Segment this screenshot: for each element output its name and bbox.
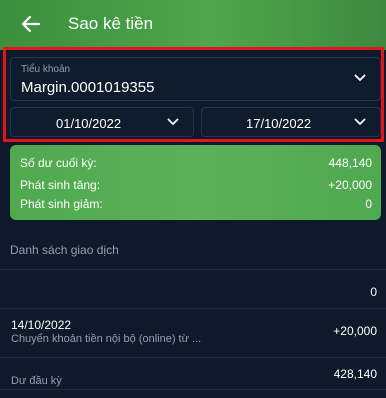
from-date-select[interactable]: 01/10/2022 [10, 107, 194, 137]
transaction-date: 14/10/2022 [11, 318, 72, 332]
transaction-list-title: Danh sách giao dịch [10, 243, 119, 257]
divider [0, 308, 386, 309]
app-header: Sao kê tiền [0, 0, 386, 50]
increase-value: +20,000 [328, 178, 372, 192]
decrease-label: Phát sinh giảm: [20, 197, 103, 211]
transaction-amount: +20,000 [333, 324, 377, 338]
to-date-select[interactable]: 17/10/2022 [201, 107, 381, 137]
chevron-down-icon [167, 118, 179, 126]
divider [0, 389, 386, 390]
page-title: Sao kê tiền [68, 14, 154, 33]
to-date-value: 17/10/2022 [246, 116, 312, 131]
decrease-value: 0 [365, 197, 372, 211]
from-date-value: 01/10/2022 [56, 116, 122, 131]
divider [0, 269, 386, 270]
closing-balance-value: 448,140 [328, 156, 372, 170]
chevron-down-icon [354, 118, 366, 126]
account-label: Tiểu khoản [21, 64, 71, 75]
list-top-value: 0 [370, 285, 377, 299]
divider [0, 357, 386, 358]
opening-balance-value: 428,140 [333, 367, 377, 381]
account-value: Margin.0001019355 [21, 79, 155, 96]
increase-label: Phát sinh tăng: [20, 178, 101, 192]
transaction-description: Chuyển khoản tiền nội bộ (online) từ ... [11, 333, 202, 345]
account-select[interactable]: Tiểu khoản Margin.0001019355 [10, 57, 381, 101]
arrow-left-icon[interactable] [20, 13, 42, 35]
summary-card: Số dư cuối kỳ: 448,140 Phát sinh tăng: +… [10, 145, 381, 220]
closing-balance-label: Số dư cuối kỳ: [20, 156, 97, 170]
chevron-down-icon [354, 74, 366, 82]
opening-balance-label: Dư đầu kỳ [11, 375, 62, 387]
